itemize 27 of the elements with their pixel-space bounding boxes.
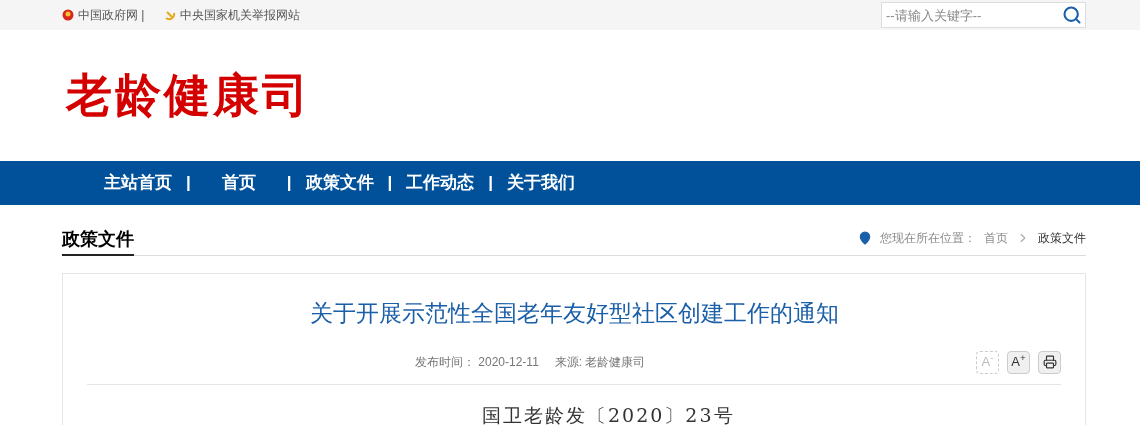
nav-link[interactable]: 政策文件 [291,170,388,196]
emblem-icon [62,9,74,21]
nav-separator: | [186,172,191,195]
document-number: 国卫老龄发〔2020〕23号 [482,402,736,425]
site-title: 老龄健康司 [66,67,311,124]
breadcrumb-label: 您现在所在位置： [880,230,976,247]
location-pin-icon [858,231,872,245]
font-size-button[interactable]: A$^{+}$ [1007,350,1030,374]
nav-link[interactable]: 工作动态 [392,170,489,196]
search-field[interactable]: --请输入关键字-- [881,2,1086,28]
publish-date: 发布时间： 2020-12-11 [415,354,539,371]
nav-separator: | [286,172,292,195]
section-title: 政策文件 [62,226,134,256]
breadcrumb-link[interactable]: 首页 [984,229,1008,247]
nav-link[interactable]: 首页 [190,170,287,196]
print-icon [1042,355,1057,369]
nav-separator: | [488,172,494,195]
top-link[interactable]: 中央国家机关举报网站 [164,6,301,24]
nav-separator: | [387,172,393,195]
article-source: 来源: 老龄健康司 [554,354,646,371]
breadcrumb-link[interactable]: 政策文件 [1038,229,1086,247]
search-icon[interactable] [1062,5,1082,25]
nav-link[interactable]: 关于我们 [493,170,590,196]
article-title: 关于开展示范性全国老年友好型社区创建工作的通知 [308,299,840,328]
print-button[interactable] [1038,350,1061,374]
top-link[interactable]: 中国政府网 | [62,6,145,24]
nav-link[interactable]: 主站首页 [90,170,186,196]
